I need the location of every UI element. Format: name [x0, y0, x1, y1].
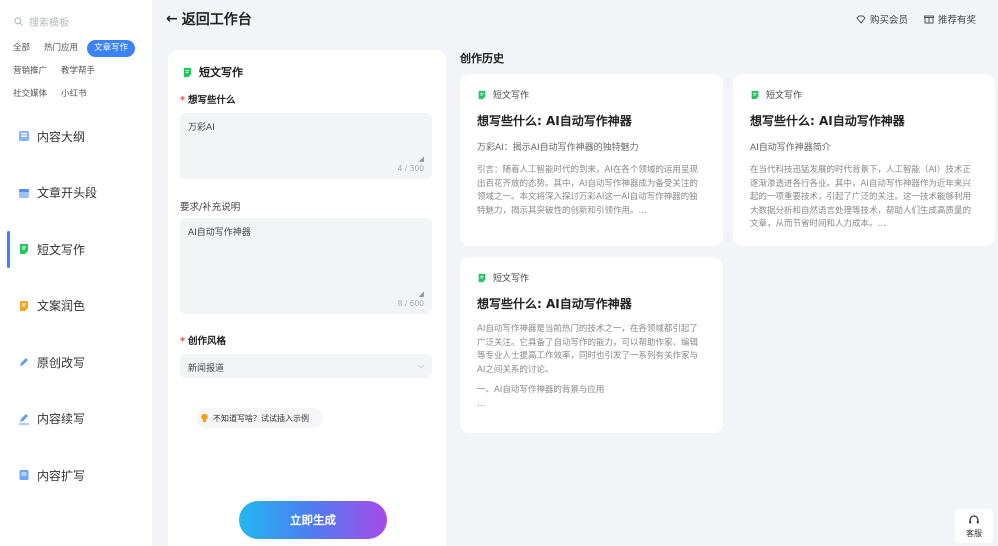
- lightbulb-icon: [201, 413, 208, 422]
- card-body: 在当代科技迅猛发展的时代背景下，人工智能（AI）技术正逐渐渗透进各行各业。其中，…: [750, 165, 972, 229]
- card-body-section: 一、AI自动写作神器的背景与应用 …: [477, 385, 605, 409]
- required-mark: *: [180, 336, 185, 347]
- search-icon: [14, 16, 23, 25]
- history-card[interactable]: 短文写作 想写些什么: AI自动写作神器 AI自动写作神器是当前热门的技术之一，…: [460, 257, 723, 433]
- buy-vip-button[interactable]: 购买会员: [856, 12, 908, 26]
- topic-label-text: 想写些什么: [187, 95, 236, 106]
- note-icon: [478, 90, 486, 99]
- sidebar: 搜索模板 全部 热门应用 文章写作 营销推广 教学帮手 社交媒体 小红书 内容大…: [0, 0, 152, 546]
- note-icon: [751, 90, 759, 99]
- tag-article-writing[interactable]: 文章写作: [87, 40, 136, 57]
- extra-value: AI自动写作神器: [188, 228, 251, 238]
- gift-icon: [923, 15, 934, 24]
- history-card[interactable]: 短文写作 想写些什么: AI自动写作神器 万彩AI：揭示AI自动写作神器的独特魅…: [460, 74, 723, 246]
- card-title: 想写些什么: AI自动写作神器: [750, 114, 905, 128]
- buy-vip-label: 购买会员: [869, 15, 908, 26]
- doc-icon: [20, 300, 28, 311]
- sidebar-item-label: 文章开头段: [37, 186, 98, 201]
- calendar-icon: [19, 188, 29, 198]
- pen-icon: [20, 358, 28, 367]
- extra-counter: 8 / 600: [397, 299, 424, 308]
- sidebar-item-outline[interactable]: 内容大纲: [0, 108, 152, 165]
- card-tag: 短文写作: [750, 88, 978, 101]
- card-tag: 短文写作: [477, 271, 706, 284]
- card-subtitle: AI自动写作神器简介: [750, 143, 831, 153]
- sidebar-item-label: 内容大纲: [37, 129, 86, 144]
- reward-label: 推荐有奖: [937, 15, 976, 26]
- sidebar-item-polish[interactable]: 文案润色: [0, 278, 152, 335]
- hint-text: 不知道写啥？试试插入示例: [213, 413, 309, 423]
- card-tag-label: 短文写作: [493, 91, 530, 101]
- sidebar-item-label: 原创改写: [37, 355, 86, 370]
- card-tag: 短文写作: [477, 88, 706, 101]
- sidebar-item-short-writing[interactable]: 短文写作: [0, 221, 152, 278]
- extra-label: 要求/补充说明: [180, 202, 241, 213]
- generate-button[interactable]: 立即生成: [239, 501, 387, 539]
- template-search[interactable]: 搜索模板: [14, 13, 140, 29]
- card-subtitle: 万彩AI：揭示AI自动写作神器的独特魅力: [477, 143, 639, 153]
- sidebar-item-label: 内容续写: [37, 412, 86, 427]
- sidebar-item-expand[interactable]: 内容扩写: [0, 447, 152, 504]
- history-card[interactable]: 短文写作 想写些什么: AI自动写作神器 AI自动写作神器简介 在当代科技迅猛发…: [733, 74, 995, 246]
- sidebar-item-label: 内容扩写: [37, 468, 86, 483]
- tag-social-media[interactable]: 社交媒体: [8, 86, 52, 103]
- tag-xiaohongshu[interactable]: 小红书: [56, 86, 92, 103]
- resize-handle-icon[interactable]: ◢: [419, 290, 424, 298]
- sidebar-item-label: 短文写作: [37, 242, 86, 257]
- expand-icon: [19, 470, 29, 481]
- card-title: 想写些什么: AI自动写作神器: [477, 114, 632, 128]
- note-icon: [183, 67, 192, 77]
- outline-icon: [19, 131, 29, 142]
- diamond-icon: [856, 15, 866, 24]
- search-placeholder[interactable]: 搜索模板: [29, 14, 69, 29]
- required-mark: *: [180, 95, 185, 106]
- headset-icon: [969, 514, 979, 523]
- card-body: 引言：随着人工智能时代的到来，AI在各个领域的运用呈现出百花齐放的态势。其中，A…: [477, 165, 698, 216]
- sidebar-item-opening[interactable]: 文章开头段: [0, 165, 152, 222]
- tag-teaching[interactable]: 教学帮手: [56, 63, 100, 80]
- topic-value: 万彩AI: [188, 123, 215, 133]
- chevron-down-icon: ⌵: [417, 361, 424, 370]
- card-body: AI自动写作神器是当前热门的技术之一，在各领域都引起了广泛关注。它具备了自动写作…: [477, 324, 699, 375]
- card-title: 想写些什么: AI自动写作神器: [477, 297, 632, 311]
- note-icon: [478, 273, 486, 282]
- back-to-workbench[interactable]: ← 返回工作台: [166, 9, 252, 29]
- reward-button[interactable]: 推荐有奖: [923, 12, 976, 26]
- category-tags: 全部 热门应用 文章写作 营销推广 教学帮手 社交媒体 小红书: [8, 40, 148, 103]
- style-select[interactable]: 新闻报道 ⌵: [180, 354, 432, 378]
- insert-example-hint[interactable]: 不知道写啥？试试插入示例: [196, 408, 323, 428]
- sidebar-item-label: 文案润色: [37, 299, 86, 314]
- note-icon: [20, 244, 28, 255]
- style-label-text: 创作风格: [187, 336, 226, 347]
- arrow-left-icon: ←: [166, 11, 178, 27]
- resize-handle-icon[interactable]: ◢: [419, 155, 424, 163]
- topic-textarea[interactable]: 万彩AI ◢ 4 / 300: [180, 113, 432, 179]
- tag-all[interactable]: 全部: [8, 40, 35, 57]
- style-value: 新闻报道: [188, 364, 225, 374]
- extra-textarea[interactable]: AI自动写作神器 ◢ 8 / 600: [180, 218, 432, 314]
- short-writing-form: 短文写作 * 想写些什么 万彩AI ◢ 4 / 300 要求/补充说明 AI自动写…: [168, 50, 446, 546]
- topic-label: * 想写些什么: [180, 92, 235, 106]
- history-title: 创作历史: [460, 52, 504, 65]
- form-title: 短文写作: [182, 64, 243, 80]
- tag-marketing[interactable]: 营销推广: [8, 63, 52, 80]
- edit-icon: [19, 413, 29, 425]
- style-label: * 创作风格: [180, 333, 226, 347]
- tag-hot-apps[interactable]: 热门应用: [39, 40, 83, 57]
- service-label: 客服: [966, 528, 982, 538]
- form-title-text: 短文写作: [199, 66, 243, 79]
- sidebar-item-continue[interactable]: 内容续写: [0, 391, 152, 448]
- header-actions: 购买会员 推荐有奖: [856, 12, 976, 26]
- back-label: 返回工作台: [181, 12, 252, 28]
- card-tag-label: 短文写作: [766, 91, 803, 101]
- sidebar-item-rewrite[interactable]: 原创改写: [0, 334, 152, 391]
- template-menu: 内容大纲 文章开头段 短文写作 文案润色 原创改写 内容续写 内容扩写: [0, 108, 152, 504]
- card-tag-label: 短文写作: [493, 274, 530, 284]
- customer-service-button[interactable]: 客服: [955, 509, 993, 543]
- topic-counter: 4 / 300: [397, 164, 424, 173]
